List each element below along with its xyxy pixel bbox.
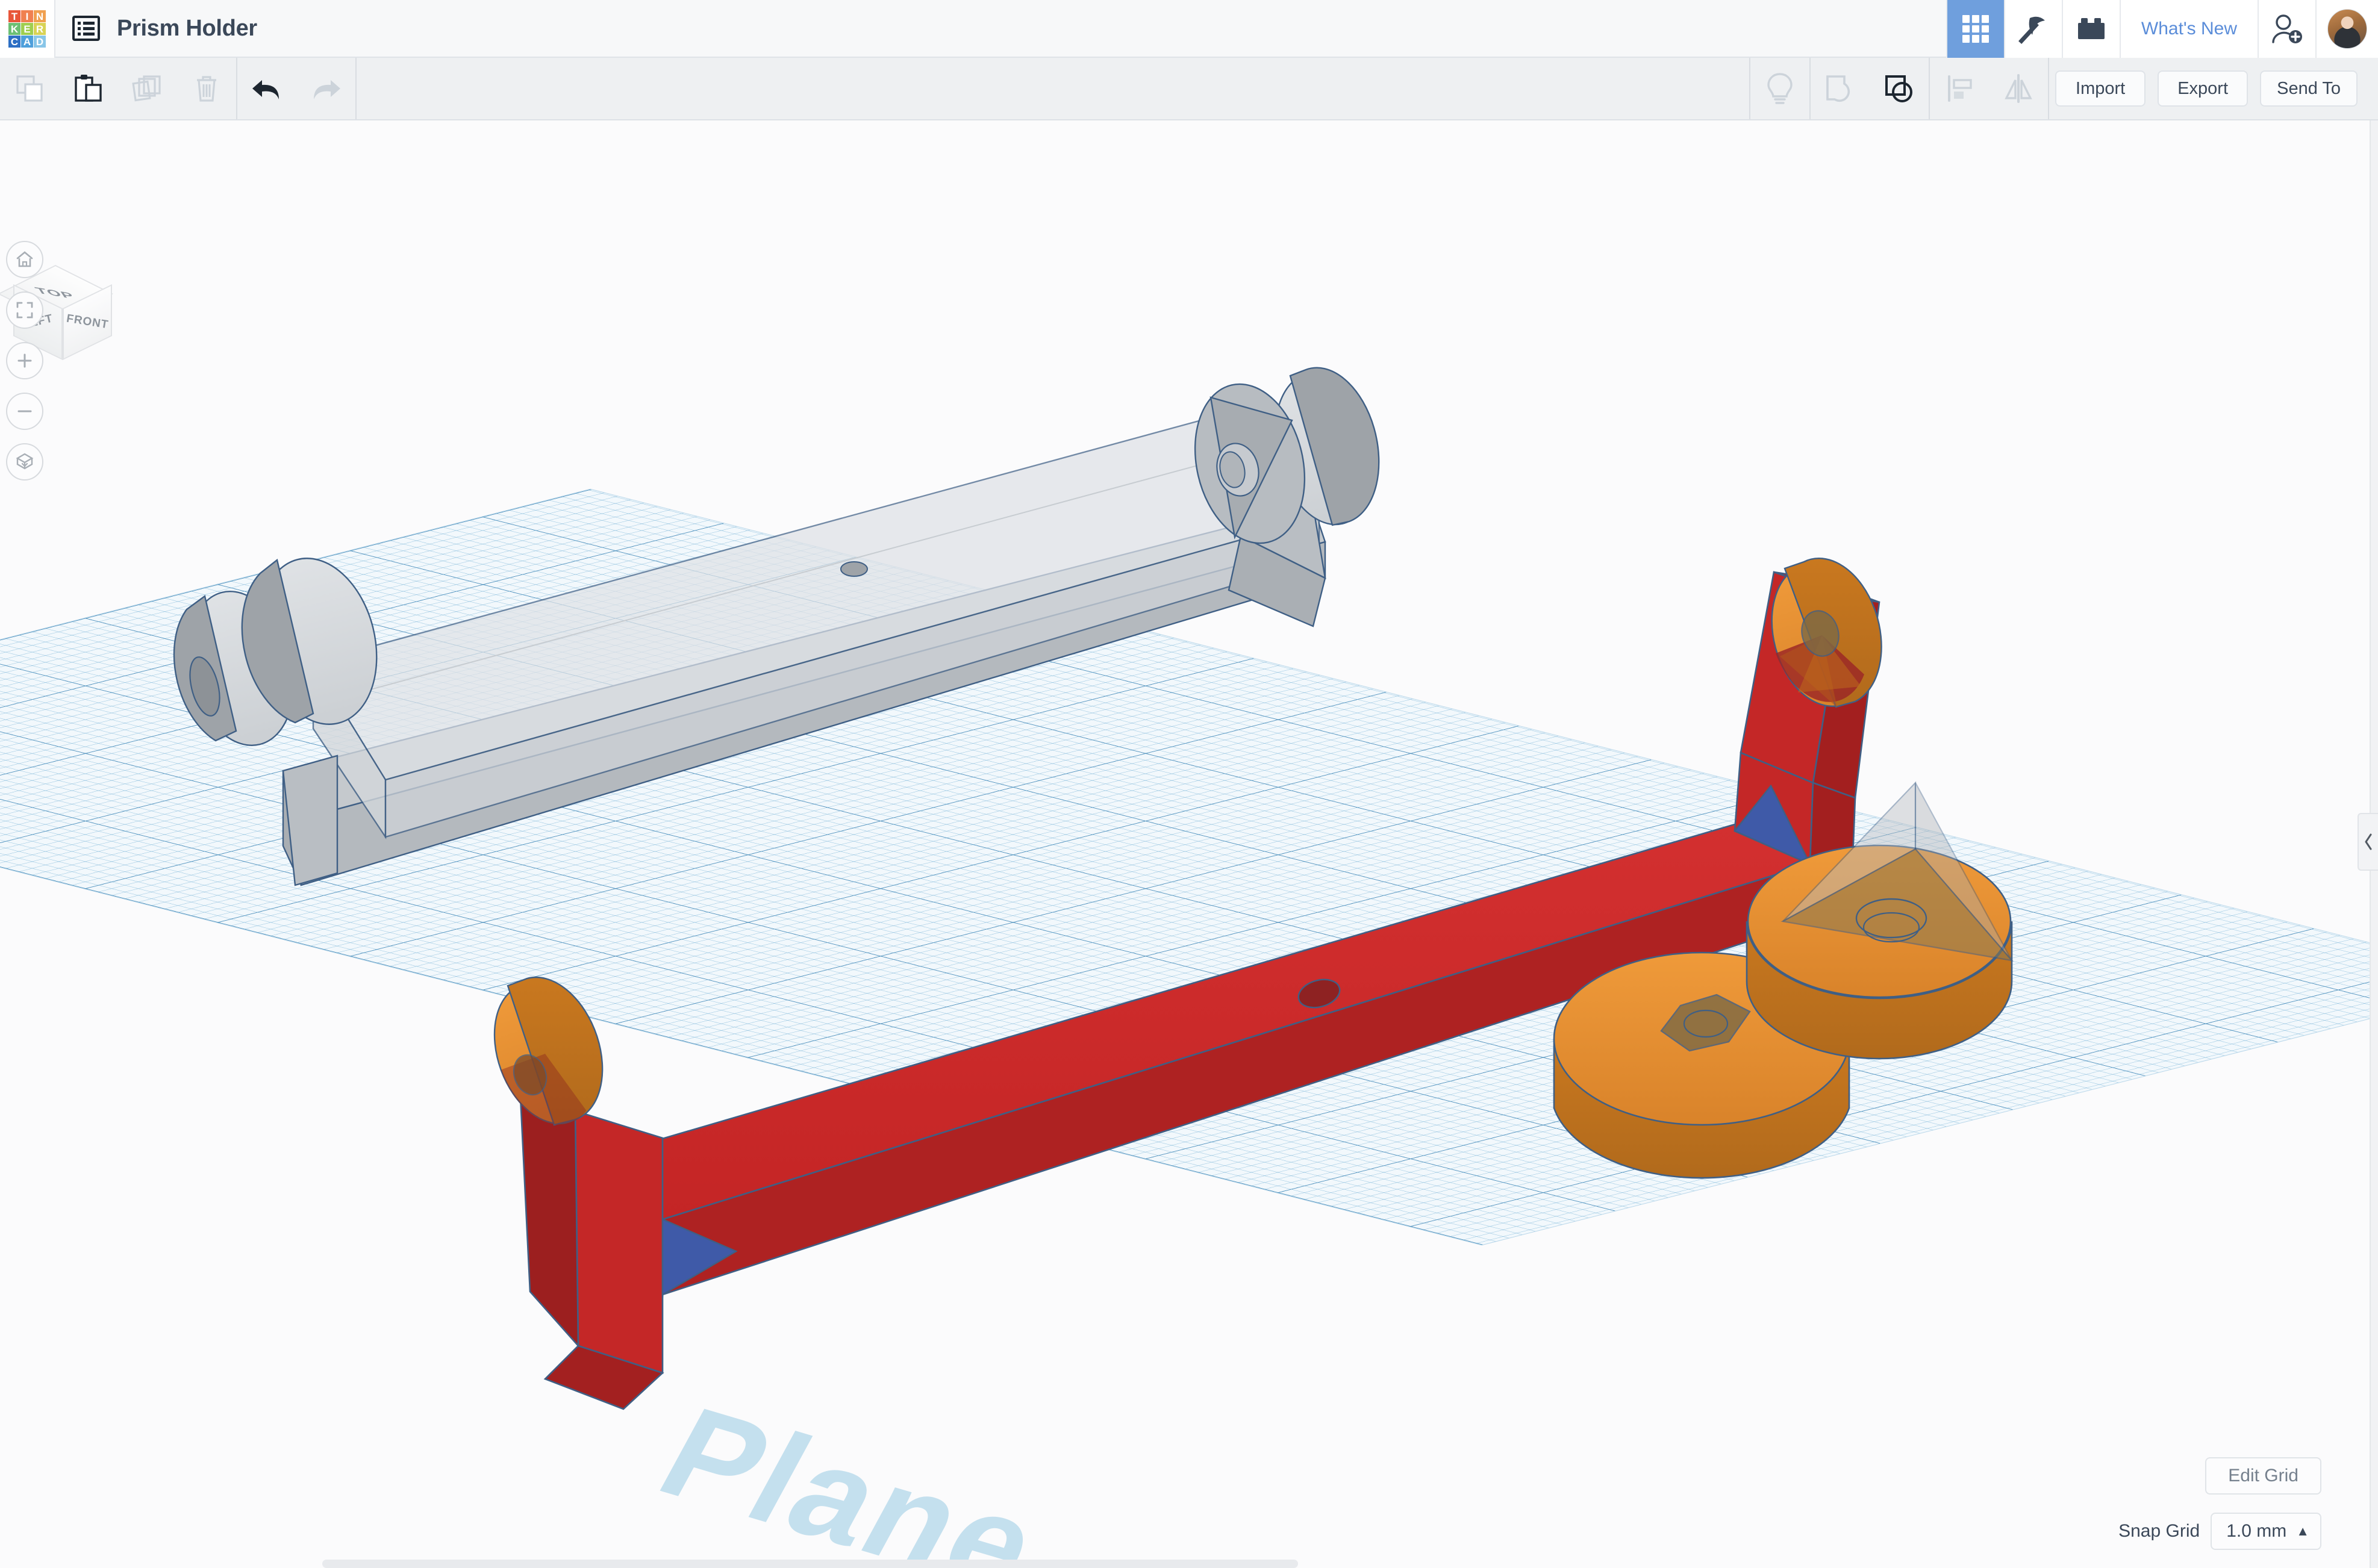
logo-tile-d: D	[34, 36, 46, 48]
import-button[interactable]: Import	[2055, 70, 2146, 107]
logo-tile-a: A	[21, 36, 33, 48]
fit-frame-icon	[16, 302, 33, 319]
logo-tile-t: T	[8, 10, 20, 22]
horizontal-scrollbar[interactable]	[322, 1560, 1298, 1568]
minus-icon	[17, 410, 32, 412]
export-button[interactable]: Export	[2158, 70, 2248, 107]
duplicate-button[interactable]	[118, 58, 177, 119]
home-view-button[interactable]	[6, 241, 43, 278]
projection-toggle-button[interactable]	[6, 443, 43, 481]
box-projection-icon	[16, 453, 34, 470]
align-mirror-group	[1930, 58, 2048, 119]
zoom-in-button[interactable]	[6, 342, 43, 379]
fit-to-view-button[interactable]	[6, 291, 43, 329]
snap-grid-control: Snap Grid 1.0 mm ▲	[2118, 1513, 2321, 1550]
send-to-button[interactable]: Send To	[2260, 70, 2358, 107]
avatar	[2327, 9, 2367, 49]
tab-blocks[interactable]	[2061, 0, 2120, 58]
ungroup-button[interactable]	[1811, 58, 1870, 119]
mirror-icon	[2005, 74, 2032, 103]
lightbulb-icon	[1767, 73, 1793, 104]
hints-button[interactable]	[1750, 58, 1809, 119]
page-title[interactable]: Prism Holder	[117, 0, 257, 57]
paste-icon	[75, 75, 102, 102]
top-bar-spacer	[257, 0, 1946, 57]
design-canvas[interactable]: Plane TOP FRONT Edit Grid Snap Grid 1.0 …	[0, 120, 2378, 1568]
expand-right-panel-button[interactable]	[2358, 813, 2378, 871]
toolbar-divider-6	[2048, 58, 2050, 119]
grid-9-icon	[1962, 15, 1989, 43]
zoom-out-button[interactable]	[6, 393, 43, 430]
edit-grid-button[interactable]: Edit Grid	[2205, 1457, 2321, 1495]
tab-3d-design[interactable]	[1946, 0, 2004, 58]
mirror-button[interactable]	[1989, 58, 2048, 119]
clipboard-group	[0, 58, 236, 119]
logo-tile-r: R	[34, 23, 46, 35]
group-icon	[1885, 75, 1913, 102]
plus-icon	[17, 353, 32, 368]
list-properties-icon	[72, 16, 100, 41]
group-button[interactable]	[1870, 58, 1929, 119]
logo-tile-e: E	[21, 23, 33, 35]
logo-tile-c: C	[8, 36, 20, 48]
snap-grid-label: Snap Grid	[2118, 1521, 2200, 1541]
logo-tile-i: I	[21, 10, 33, 22]
copy-button[interactable]	[0, 58, 59, 119]
document-properties-button[interactable]	[55, 0, 100, 57]
snap-grid-value: 1.0 mm	[2226, 1521, 2287, 1541]
duplicate-icon	[132, 75, 161, 102]
paste-button[interactable]	[59, 58, 118, 119]
snap-grid-select[interactable]: 1.0 mm ▲	[2211, 1513, 2321, 1550]
pickaxe-icon	[2018, 16, 2045, 44]
ungroup-icon	[1826, 75, 1850, 102]
tinkercad-logo[interactable]: TIN KER CAD	[0, 0, 55, 58]
whats-new-link[interactable]: What's New	[2119, 0, 2258, 58]
delete-button[interactable]	[177, 58, 236, 119]
undo-arrow-icon	[252, 80, 279, 99]
edit-toolbar: Import Export Send To	[0, 58, 2378, 120]
align-icon	[1948, 75, 1972, 102]
scene-objects[interactable]	[0, 120, 2378, 1568]
view-cube-front-label: FRONT	[65, 312, 110, 332]
lego-brick-icon	[2077, 18, 2105, 39]
home-icon	[16, 251, 33, 267]
gray-prism-holder-assembly[interactable]	[173, 362, 1390, 886]
copy-icon	[16, 75, 43, 102]
undo-button[interactable]	[237, 58, 296, 119]
align-button[interactable]	[1930, 58, 1989, 119]
hints-group	[1750, 58, 1809, 119]
redo-button[interactable]	[296, 58, 355, 119]
tinkercad-logo-grid: TIN KER CAD	[8, 10, 46, 48]
user-menu-button[interactable]	[2315, 0, 2378, 58]
chevron-left-icon	[2365, 833, 2372, 850]
redo-arrow-icon	[314, 80, 340, 99]
caret-up-icon: ▲	[2296, 1523, 2309, 1538]
logo-tile-n: N	[34, 10, 46, 22]
top-bar: TIN KER CAD Prism Holder What's New	[0, 0, 2378, 58]
tab-minecraft[interactable]	[2003, 0, 2062, 58]
group-ungroup-group	[1811, 58, 1929, 119]
trash-icon	[197, 76, 216, 102]
history-group	[237, 58, 355, 119]
invite-people-button[interactable]	[2258, 0, 2315, 58]
add-person-icon	[2272, 14, 2302, 43]
logo-tile-k: K	[8, 23, 20, 35]
left-pivot-disc[interactable]	[476, 970, 614, 1139]
